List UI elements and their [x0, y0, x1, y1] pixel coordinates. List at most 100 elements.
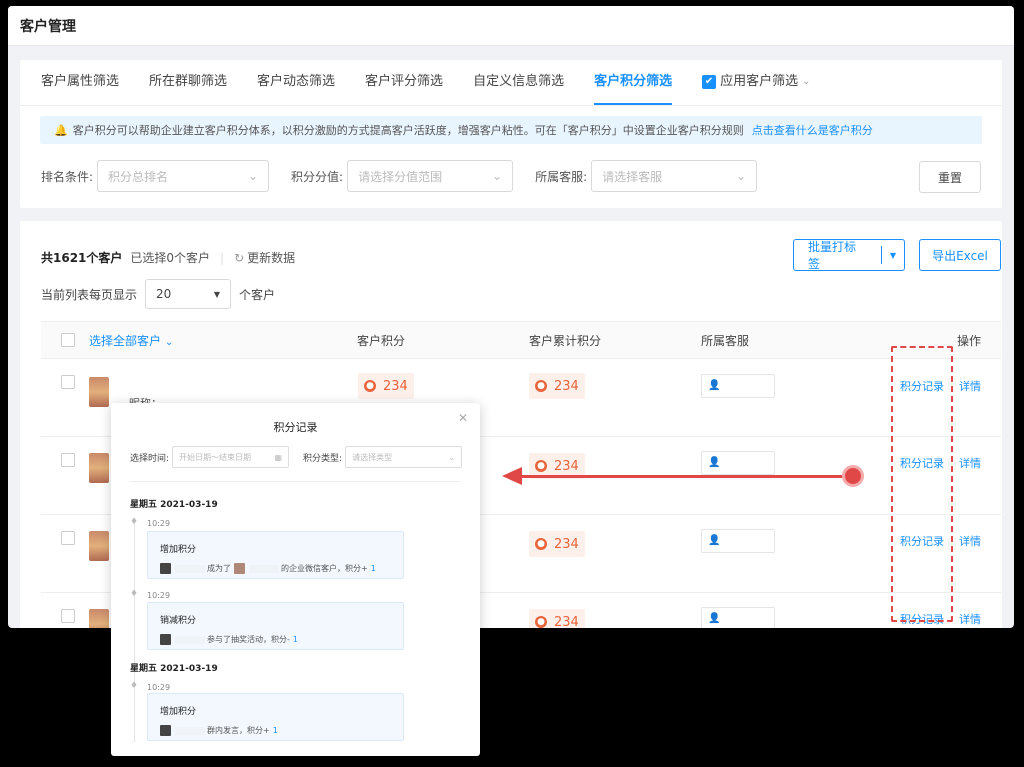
select-all-link[interactable]: 选择全部客户 ⌄: [89, 332, 173, 349]
bell-icon: 🔔: [54, 123, 68, 137]
close-icon[interactable]: ✕: [458, 411, 468, 425]
value-label: 积分分值:: [291, 169, 344, 184]
agent-placeholder: 请选择客服: [602, 169, 663, 184]
record-time: 10:29: [147, 591, 171, 600]
agent-tag: 👤: [701, 451, 775, 475]
notice-link[interactable]: 点击查看什么是客户积分: [752, 122, 873, 138]
record-title: 增加积分: [160, 707, 197, 717]
row-checkbox[interactable]: [61, 375, 75, 389]
timeline-line: [134, 688, 135, 742]
total-points-badge: ● 234: [529, 531, 585, 557]
time-label: 选择时间:: [130, 453, 170, 464]
tab-attribute[interactable]: 客户属性筛选: [41, 59, 119, 105]
refresh-icon[interactable]: ↻: [234, 251, 244, 265]
chevron-down-icon: ⌄: [736, 169, 747, 183]
agent-tag: 👤: [701, 374, 775, 398]
arrow-head-icon: [502, 467, 522, 485]
tag-icon: ♦: [130, 681, 139, 691]
avatar: [89, 609, 109, 628]
detail-link[interactable]: 详情: [959, 611, 981, 627]
user-icon: 👤: [708, 380, 721, 391]
header-ops: 操作: [957, 333, 982, 348]
page-size-suffix: 个客户: [239, 287, 276, 302]
coin-icon: ●: [535, 460, 547, 472]
date-range-placeholder: 开始日期～结束日期: [179, 452, 252, 462]
header-points: 客户积分: [357, 333, 406, 348]
tab-group-chat[interactable]: 所在群聊筛选: [149, 59, 227, 105]
tab-custom-info[interactable]: 自定义信息筛选: [473, 59, 564, 105]
agent-tag: 👤: [701, 529, 775, 553]
avatar: [160, 634, 171, 645]
record-card: 销减积分 参与了抽奖活动，积分- 1: [147, 602, 404, 650]
total-points-badge: ● 234: [529, 373, 585, 399]
page-size-value: 20: [156, 287, 172, 301]
chevron-down-icon: ⌄: [247, 169, 259, 183]
avatar: [89, 531, 109, 561]
type-select[interactable]: 请选择类型 ⌄: [345, 446, 463, 468]
selected-count: 已选择0个客户: [130, 251, 211, 265]
record-title: 销减积分: [160, 616, 197, 626]
row-checkbox[interactable]: [61, 531, 75, 545]
export-button[interactable]: 导出Excel: [919, 239, 1001, 271]
record-desc: 群内发言，积分+ 1: [160, 725, 391, 736]
page-size-prefix: 当前列表每页显示: [41, 287, 138, 302]
record-card: 增加积分 成为了 的企业微信客户，积分+ 1: [147, 531, 404, 579]
coin-icon: ●: [535, 616, 547, 628]
tab-points[interactable]: 客户积分筛选: [594, 59, 673, 105]
reset-button[interactable]: 重置: [919, 161, 981, 193]
summary-bar: 共1621个客户 已选择0个客户 | ↻ 更新数据: [41, 249, 295, 266]
row-checkbox[interactable]: [61, 609, 75, 623]
tab-app-filter[interactable]: ✔ 应用客户筛选 ⌄: [702, 59, 811, 105]
divider: |: [220, 250, 225, 265]
refresh-link[interactable]: 更新数据: [247, 249, 295, 266]
page-title: 客户管理: [8, 6, 1014, 46]
record-time: 10:29: [147, 519, 171, 528]
arrow-dot: [842, 465, 864, 487]
filter-row: 排名条件: 积分总排名 ⌄ 积分分值: 请选择分值范围 ⌄ 所属客服: 请选择客…: [20, 144, 1002, 192]
page-size-row: 当前列表每页显示 20 ▼ 个客户: [41, 279, 275, 309]
agent-label: 所属客服:: [535, 169, 588, 184]
tab-dynamic[interactable]: 客户动态筛选: [257, 59, 335, 105]
modal-filter-row: 选择时间: 开始日期～结束日期 ▦ 积分类型: 请选择类型 ⌄: [130, 446, 463, 468]
detail-link[interactable]: 详情: [959, 455, 981, 471]
arrow-line: [520, 475, 852, 478]
avatar: [89, 453, 109, 483]
caret-down-icon[interactable]: ▼: [882, 251, 904, 260]
record-time: 10:29: [147, 683, 171, 692]
page-size-select[interactable]: 20 ▼: [145, 279, 232, 309]
batch-tag-label: 批量打标签: [808, 240, 857, 271]
header-agent: 所属客服: [701, 333, 750, 348]
chevron-down-icon: ⌄: [448, 452, 456, 462]
total-count: 共1621个客户: [41, 251, 123, 265]
agent-select[interactable]: 请选择客服 ⌄: [591, 160, 758, 192]
avatar: [160, 563, 171, 574]
notice-text: 客户积分可以帮助企业建立客户积分体系，以积分激励的方式提高客户活跃度，增强客户粘…: [72, 124, 744, 137]
rank-select[interactable]: 积分总排名 ⌄: [97, 160, 270, 192]
caret-down-icon: ▼: [213, 289, 221, 299]
filter-tabs: 客户属性筛选 所在群聊筛选 客户动态筛选 客户评分筛选 自定义信息筛选 客户积分…: [20, 60, 1002, 106]
avatar: [89, 377, 109, 407]
agent-tag: 👤: [701, 607, 775, 628]
detail-link[interactable]: 详情: [959, 378, 981, 394]
date-range-input[interactable]: 开始日期～结束日期 ▦: [172, 446, 290, 468]
points-record-modal: 积分记录 ✕ 选择时间: 开始日期～结束日期 ▦ 积分类型: 请选择类型 ⌄ 星…: [111, 403, 480, 756]
modal-title: 积分记录: [273, 421, 318, 434]
record-desc: 成为了 的企业微信客户，积分+ 1: [160, 563, 391, 574]
filter-card: 客户属性筛选 所在群聊筛选 客户动态筛选 客户评分筛选 自定义信息筛选 客户积分…: [20, 60, 1002, 208]
rank-placeholder: 积分总排名: [108, 169, 169, 184]
modal-divider: [130, 481, 461, 482]
tab-rating[interactable]: 客户评分筛选: [365, 59, 443, 105]
chevron-down-icon: ⌄: [492, 169, 503, 183]
user-icon: 👤: [708, 535, 721, 546]
batch-tag-button[interactable]: 批量打标签 ▼: [793, 239, 905, 271]
record-date: 星期五 2021-03-19: [130, 500, 218, 510]
value-select[interactable]: 请选择分值范围 ⌄: [347, 160, 514, 192]
select-all-checkbox[interactable]: [61, 333, 75, 347]
header-total-points: 客户累计积分: [529, 333, 602, 348]
detail-link[interactable]: 详情: [959, 533, 981, 549]
total-points-badge: ● 234: [529, 609, 585, 628]
row-checkbox[interactable]: [61, 453, 75, 467]
user-icon: 👤: [708, 457, 721, 468]
tag-icon: ♦: [130, 517, 139, 527]
record-card: 增加积分 群内发言，积分+ 1: [147, 693, 404, 741]
